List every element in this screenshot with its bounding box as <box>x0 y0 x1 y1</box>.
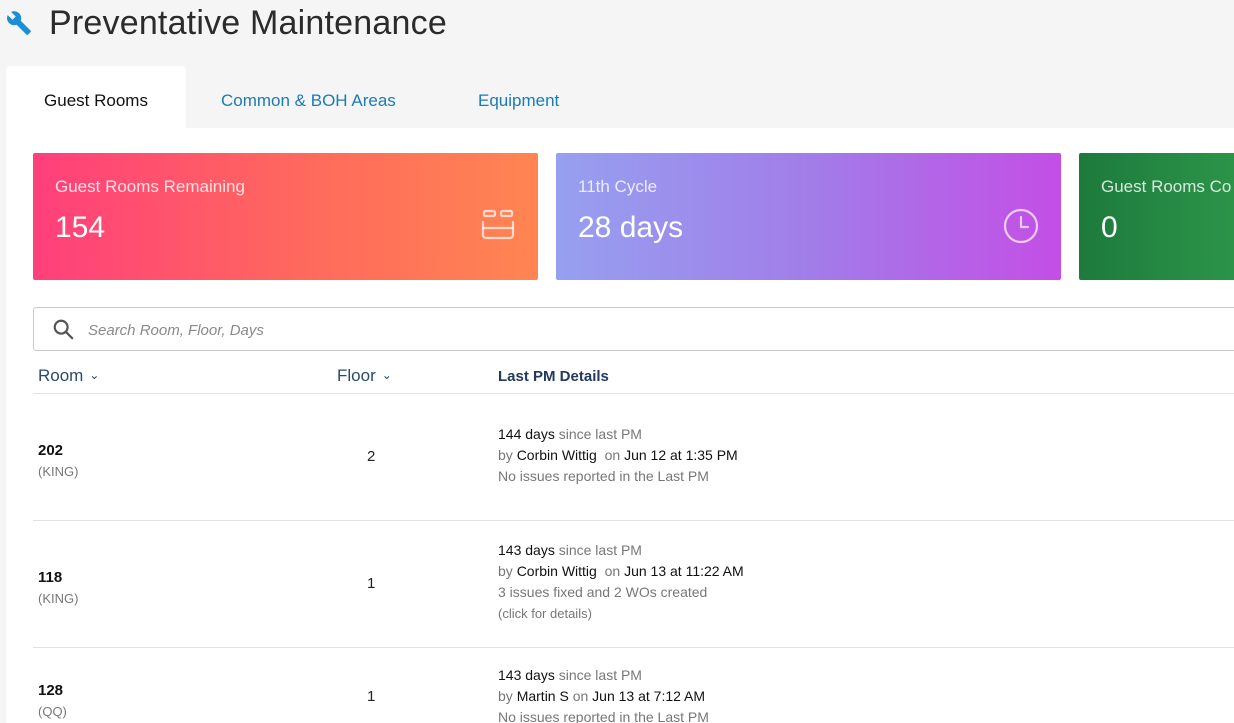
floor-header-label: Floor <box>337 366 376 385</box>
technician-name: Martin S <box>516 688 569 704</box>
on-label: on <box>572 688 589 704</box>
days-since: 143 days <box>498 667 555 683</box>
details-link[interactable]: (click for details) <box>498 603 744 624</box>
pm-date: Jun 12 at 1:35 PM <box>624 447 738 463</box>
page: Preventative Maintenance Guest Rooms Com… <box>0 0 1234 723</box>
card-value: 154 <box>55 211 106 244</box>
pm-status: 3 issues fixed and 2 WOs created <box>498 584 708 600</box>
pm-status: No issues reported in the Last PM <box>498 709 709 723</box>
last-pm-details: 143 days since last PM by Martin S on Ju… <box>498 665 709 723</box>
bed-icon <box>481 209 515 240</box>
tab-bar: Guest Rooms Common & BOH Areas Equipment <box>6 66 1234 128</box>
card-value: 28 days <box>578 211 684 244</box>
floor-value: 1 <box>367 688 376 705</box>
tab-guest-rooms[interactable]: Guest Rooms <box>6 66 186 128</box>
tab-common-boh-areas[interactable]: Common & BOH Areas <box>221 66 396 128</box>
room-header-label: Room <box>38 366 84 385</box>
since-label: since last PM <box>558 667 642 683</box>
on-label: on <box>604 447 621 463</box>
search-icon <box>53 319 74 340</box>
last-pm-column-header: Last PM Details <box>498 368 609 385</box>
wrench-icon <box>7 11 31 35</box>
last-pm-details: 143 days since last PM by Corbin Wittig … <box>498 540 744 624</box>
technician-name: Corbin Wittig <box>516 447 597 463</box>
page-header: Preventative Maintenance <box>0 0 1234 66</box>
on-label: on <box>604 563 621 579</box>
page-title: Preventative Maintenance <box>49 4 447 42</box>
room-column-header[interactable]: Room ⌄ <box>38 366 99 386</box>
card-label: Guest Rooms Remaining <box>55 177 245 196</box>
search-box <box>33 307 1234 351</box>
by-label: by <box>498 688 513 704</box>
guest-rooms-remaining-card: Guest Rooms Remaining 154 <box>33 153 538 280</box>
since-label: since last PM <box>558 426 642 442</box>
cycle-card: 11th Cycle 28 days <box>556 153 1061 280</box>
room-number: 118 <box>38 569 63 586</box>
table-row[interactable]: 202 (KING) 2 144 days since last PM by C… <box>33 393 1234 520</box>
room-type: (QQ) <box>38 704 67 719</box>
card-label: 11th Cycle <box>578 177 658 196</box>
since-label: since last PM <box>558 542 642 558</box>
table-row[interactable]: 118 (KING) 1 143 days since last PM by C… <box>33 520 1234 647</box>
room-number: 128 <box>38 682 64 699</box>
days-since: 143 days <box>498 542 555 558</box>
clock-icon <box>1003 208 1039 244</box>
chevron-down-icon: ⌄ <box>89 368 100 382</box>
by-label: by <box>498 563 513 579</box>
room-number: 202 <box>38 442 64 459</box>
floor-value: 1 <box>367 575 376 592</box>
room-type: (KING) <box>38 464 79 479</box>
last-pm-details: 144 days since last PM by Corbin Wittig … <box>498 424 738 487</box>
room-type: (KING) <box>38 591 79 606</box>
days-since: 144 days <box>498 426 555 442</box>
floor-column-header[interactable]: Floor ⌄ <box>337 366 392 386</box>
chevron-down-icon: ⌄ <box>381 368 392 382</box>
floor-value: 2 <box>367 448 376 465</box>
pm-date: Jun 13 at 11:22 AM <box>624 563 744 579</box>
table-row[interactable]: 128 (QQ) 1 143 days since last PM by Mar… <box>33 647 1234 723</box>
card-value: 0 <box>1101 211 1118 244</box>
card-label: Guest Rooms Co <box>1101 177 1232 196</box>
technician-name: Corbin Wittig <box>516 563 597 579</box>
tab-equipment[interactable]: Equipment <box>478 66 559 128</box>
pm-status: No issues reported in the Last PM <box>498 468 709 484</box>
guest-rooms-completed-card: Guest Rooms Co 0 <box>1079 153 1234 280</box>
by-label: by <box>498 447 513 463</box>
pm-date: Jun 13 at 7:12 AM <box>592 688 706 704</box>
search-input[interactable] <box>86 314 990 346</box>
